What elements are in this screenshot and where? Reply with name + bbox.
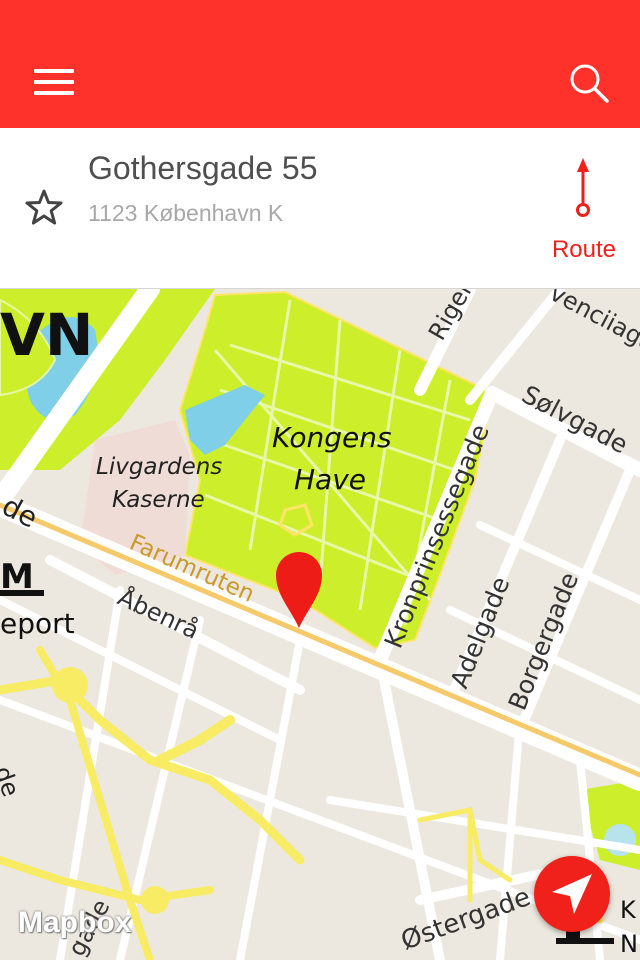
map-label-partial: eport bbox=[0, 607, 75, 640]
route-arrow-icon bbox=[576, 158, 590, 217]
hamburger-menu-icon[interactable] bbox=[28, 56, 80, 108]
map-label-partial: K bbox=[620, 896, 637, 924]
plaza bbox=[141, 886, 169, 914]
plaza bbox=[52, 667, 88, 703]
route-button[interactable]: Route bbox=[540, 152, 632, 272]
metro-station-icon: M bbox=[0, 555, 44, 597]
location-street: Gothersgade 55 bbox=[88, 150, 318, 186]
barracks-label-line2: Kaserne bbox=[112, 487, 205, 513]
location-city: 1123 København K bbox=[88, 200, 284, 226]
barracks-label-line1: Livgardens bbox=[96, 454, 222, 480]
map-label-partial: N bbox=[620, 930, 638, 958]
app-header bbox=[0, 0, 640, 128]
route-label: Route bbox=[551, 236, 617, 263]
star-outline-icon[interactable] bbox=[24, 188, 64, 228]
navigation-arrow-icon bbox=[552, 874, 592, 914]
map-label-partial: VN bbox=[0, 301, 93, 369]
search-icon[interactable] bbox=[566, 60, 614, 108]
mapbox-attribution[interactable]: Mapbox bbox=[18, 906, 131, 940]
park-label-line1: Kongens bbox=[272, 421, 392, 454]
locate-me-button[interactable] bbox=[534, 856, 610, 932]
park-label-line2: Have bbox=[294, 463, 366, 496]
